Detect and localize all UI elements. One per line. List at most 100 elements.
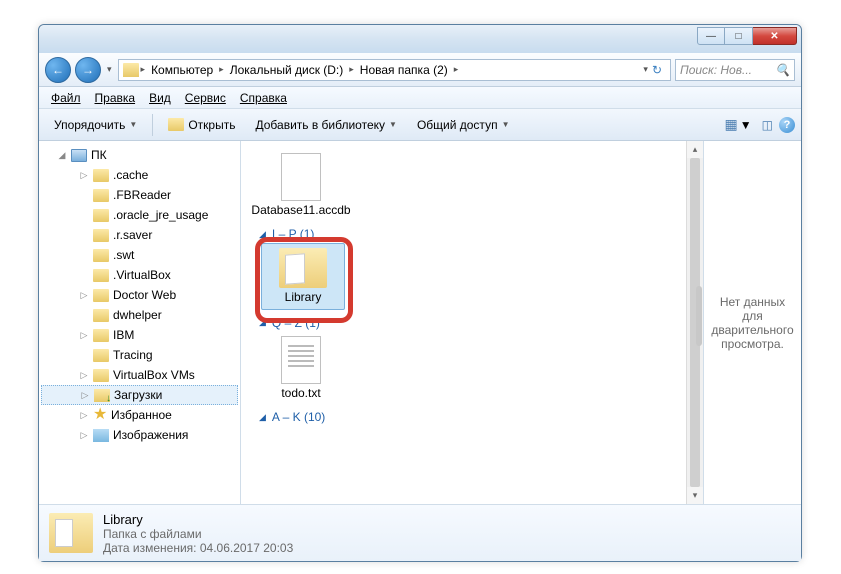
expand-icon[interactable]: ▷ [79,330,89,341]
menu-help[interactable]: Справка [234,89,293,107]
explorer-window: — □ ✕ ← → ▾ ▸ Компьютер▸ Локальный диск … [38,24,802,562]
folder-icon [93,209,109,222]
tree-item-pc[interactable]: ◢ПК [39,145,240,165]
view-icon: ▦ [725,116,738,133]
tree-item[interactable]: ▷.cache [39,165,240,185]
details-date-value: 04.06.2017 20:03 [200,541,293,555]
separator [152,114,153,136]
tree-item-favorites[interactable]: ▷★Избранное [39,405,240,425]
refresh-icon[interactable]: ↻ [652,63,662,77]
folder-icon [123,63,139,77]
nav-row: ← → ▾ ▸ Компьютер▸ Локальный диск (D:)▸ … [39,53,801,87]
back-button[interactable]: ← [45,57,71,83]
tree-item[interactable]: .swt [39,245,240,265]
address-dropdown-icon[interactable]: ▾ [643,64,648,75]
tree-item[interactable]: ▷Doctor Web [39,285,240,305]
details-type: Папка с файлами [103,527,293,541]
maximize-button[interactable]: □ [725,27,753,45]
group-header[interactable]: ◢A – K (10) [259,404,685,426]
folder-icon [168,118,184,131]
file-item-library[interactable]: Library [261,243,345,309]
folder-icon [93,189,109,202]
group-header[interactable]: ◢Q – Z (1) [259,310,685,332]
chevron-right-icon[interactable]: ▸ [219,64,224,75]
file-label: Library [285,290,322,304]
expand-icon[interactable]: ▷ [79,430,89,441]
chevron-right-icon: ▸ [141,64,146,75]
tree-item[interactable]: .FBReader [39,185,240,205]
tree-item[interactable]: .oracle_jre_usage [39,205,240,225]
details-name: Library [103,512,293,527]
chevron-down-icon: ▼ [502,120,510,129]
address-bar[interactable]: ▸ Компьютер▸ Локальный диск (D:)▸ Новая … [118,59,671,81]
folder-icon [93,309,109,322]
splitter-handle[interactable] [696,286,702,346]
nav-history-dropdown[interactable]: ▾ [105,64,114,75]
tree-item[interactable]: .r.saver [39,225,240,245]
breadcrumb-drive[interactable]: Локальный диск (D:) [226,63,348,77]
collapse-icon[interactable]: ◢ [259,317,266,328]
txt-file-icon [281,336,321,384]
tree-item-downloads[interactable]: ▷Загрузки [41,385,238,405]
help-icon[interactable]: ? [779,117,795,133]
collapse-icon[interactable]: ◢ [259,412,266,423]
scroll-up-icon[interactable]: ▴ [687,141,703,158]
expand-icon[interactable]: ▷ [79,170,89,181]
tree-item[interactable]: dwhelper [39,305,240,325]
titlebar: — □ ✕ [39,25,801,53]
expand-icon[interactable]: ▷ [79,410,89,421]
tree-item[interactable]: ▷IBM [39,325,240,345]
file-label: todo.txt [281,386,320,400]
folder-icon [93,229,109,242]
open-button[interactable]: Открыть [159,113,244,137]
scroll-down-icon[interactable]: ▾ [687,487,703,504]
close-button[interactable]: ✕ [753,27,797,45]
breadcrumb-computer[interactable]: Компьютер [147,63,217,77]
chevron-down-icon: ▼ [389,120,397,129]
menu-tools[interactable]: Сервис [179,89,232,107]
folder-icon [93,349,109,362]
folder-icon [93,369,109,382]
chevron-right-icon[interactable]: ▸ [454,64,459,75]
menu-edit[interactable]: Правка [89,89,142,107]
details-date-label: Дата изменения: [103,541,197,555]
collapse-icon[interactable]: ◢ [57,150,67,161]
view-mode-button[interactable]: ▦ ▼ [721,114,756,135]
breadcrumb-folder[interactable]: Новая папка (2) [356,63,452,77]
add-to-library-button[interactable]: Добавить в библиотеку▼ [246,113,405,137]
forward-button[interactable]: → [75,57,101,83]
search-input[interactable]: Поиск: Нов... 🔍 [675,59,795,81]
downloads-icon [94,389,110,402]
chevron-down-icon: ▼ [740,118,752,132]
file-list[interactable]: Database11.accdb ◢I – P (1) Library ◢Q –… [241,141,703,504]
preview-empty-text: Нет данных для дварительного просмотра. [710,295,795,351]
minimize-button[interactable]: — [697,27,725,45]
tree-item[interactable]: .VirtualBox [39,265,240,285]
folder-icon [93,289,109,302]
file-item-todo[interactable]: todo.txt [259,332,343,404]
star-icon: ★ [93,408,107,422]
search-icon[interactable]: 🔍 [775,63,790,77]
preview-pane: Нет данных для дварительного просмотра. [703,141,801,504]
toolbar: Упорядочить▼ Открыть Добавить в библиоте… [39,109,801,141]
collapse-icon[interactable]: ◢ [259,229,266,240]
expand-icon[interactable]: ▷ [80,390,90,401]
organize-button[interactable]: Упорядочить▼ [45,113,146,137]
chevron-right-icon[interactable]: ▸ [349,64,354,75]
group-header[interactable]: ◢I – P (1) [259,221,685,243]
menu-file[interactable]: Файл [45,89,87,107]
folder-icon [49,513,93,553]
file-item-database[interactable]: Database11.accdb [259,149,343,221]
tree-item[interactable]: Tracing [39,345,240,365]
chevron-down-icon: ▼ [129,120,137,129]
preview-pane-button[interactable]: ◫ [758,116,777,134]
menu-view[interactable]: Вид [143,89,177,107]
expand-icon[interactable]: ▷ [79,370,89,381]
tree-item-pictures[interactable]: ▷Изображения [39,425,240,445]
expand-icon[interactable]: ▷ [79,290,89,301]
file-label: Database11.accdb [251,203,350,217]
folder-icon [93,269,109,282]
navigation-tree: ◢ПК ▷.cache .FBReader .oracle_jre_usage … [39,141,241,504]
tree-item[interactable]: ▷VirtualBox VMs [39,365,240,385]
share-button[interactable]: Общий доступ▼ [408,113,519,137]
